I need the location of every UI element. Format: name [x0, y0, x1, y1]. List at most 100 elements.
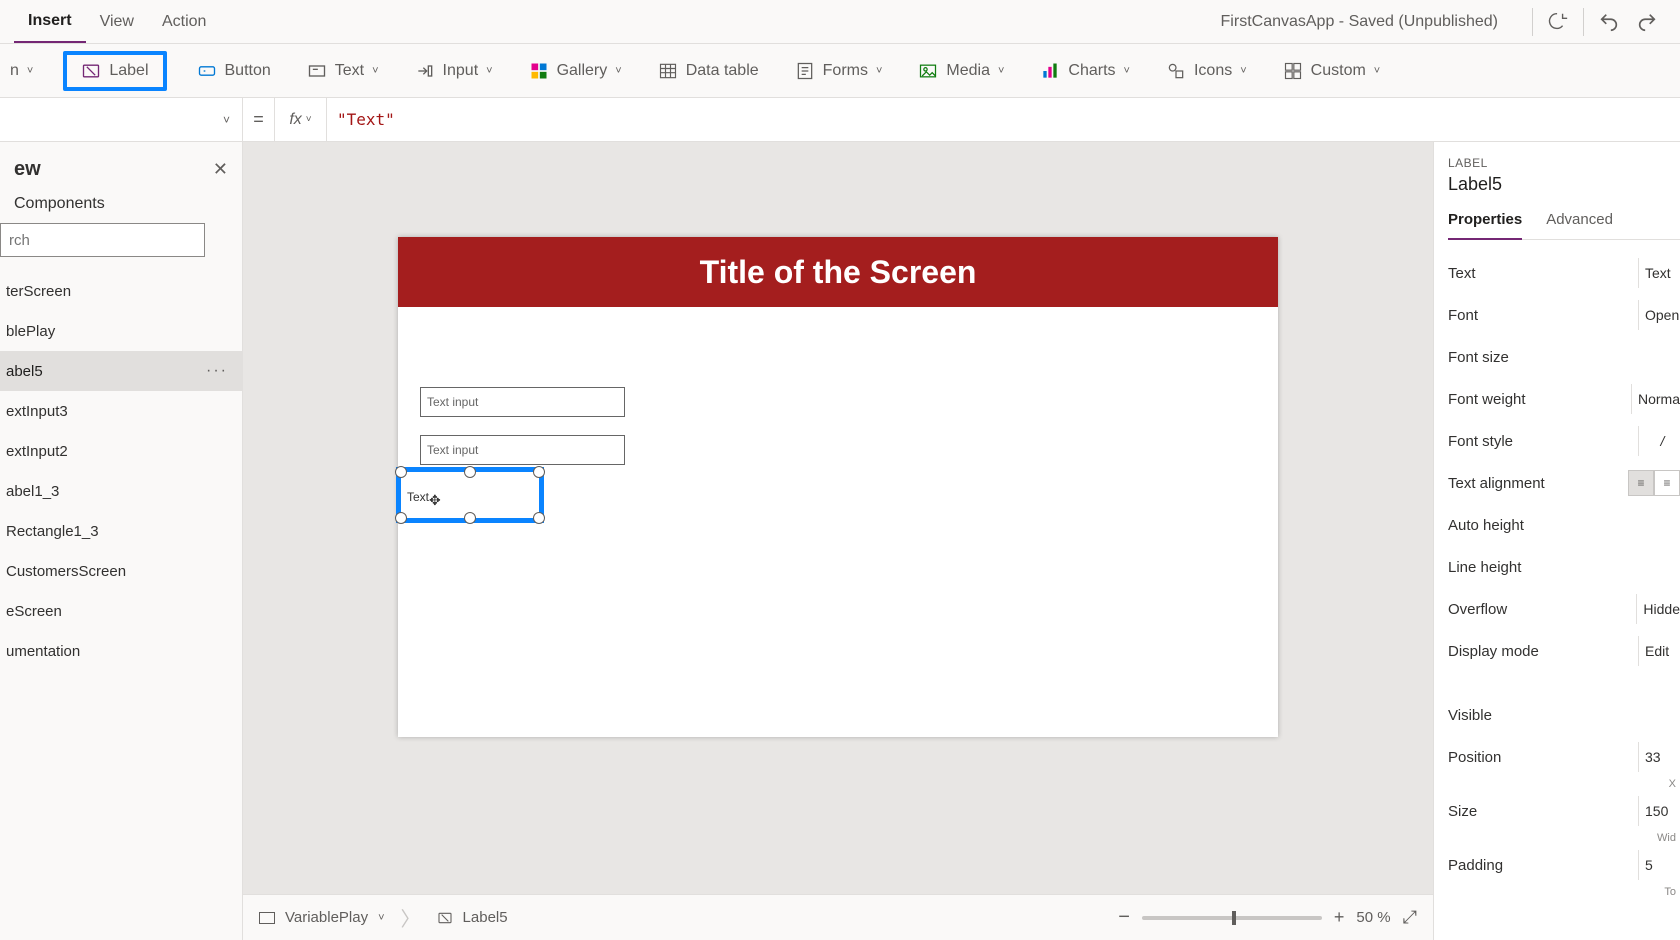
ribbon-label-highlighted: Label: [63, 51, 166, 91]
datatable-icon: [658, 61, 678, 81]
undo-icon[interactable]: [1590, 3, 1628, 41]
ribbon-truncated[interactable]: n˅: [10, 56, 39, 86]
prop-fontstyle[interactable]: Font style/: [1448, 420, 1680, 462]
zoom-slider[interactable]: [1142, 916, 1322, 920]
ribbon-charts[interactable]: Charts ˅: [1034, 55, 1136, 87]
divider: [1583, 8, 1584, 36]
redo-icon[interactable]: [1628, 3, 1666, 41]
ribbon-input[interactable]: Input ˅: [409, 55, 499, 87]
chevron-down-icon: ˅: [486, 65, 492, 77]
tree-search-input[interactable]: [0, 223, 205, 257]
zoom-thumb[interactable]: [1232, 911, 1236, 925]
ribbon-gallery-label: Gallery: [557, 62, 608, 80]
prop-autoheight[interactable]: Auto height: [1448, 504, 1680, 546]
prop-size-sublabel: Wid: [1448, 832, 1680, 844]
app-canvas[interactable]: Title of the Screen Text input Text inpu…: [398, 237, 1278, 737]
main-area: ew ✕ Components terScreen blePlay abel5·…: [0, 142, 1680, 940]
tree-tab-components[interactable]: Components: [0, 187, 242, 223]
zoom-out-button[interactable]: −: [1118, 906, 1130, 929]
prop-padding-sublabel: To: [1448, 886, 1680, 898]
close-icon[interactable]: ✕: [213, 159, 228, 180]
chevron-down-icon: ˅: [378, 912, 384, 924]
ribbon-label-button[interactable]: Label: [81, 61, 148, 81]
button-icon: [197, 61, 217, 81]
resize-handle[interactable]: [533, 466, 545, 478]
ribbon-text-label: Text: [335, 62, 364, 80]
label-icon: [81, 61, 101, 81]
props-tab-properties[interactable]: Properties: [1448, 211, 1522, 240]
prop-displaymode[interactable]: Display modeEdit: [1448, 630, 1680, 672]
tree-item[interactable]: CustomersScreen: [0, 551, 242, 591]
ribbon-gallery[interactable]: Gallery ˅: [523, 55, 628, 87]
app-title: FirstCanvasApp - Saved (Unpublished): [1221, 13, 1498, 31]
tree-item-selected[interactable]: abel5···: [0, 351, 242, 391]
fit-to-window-icon[interactable]: ⤢: [1403, 907, 1417, 928]
tree-item[interactable]: eScreen: [0, 591, 242, 631]
breadcrumb-control[interactable]: Label5: [437, 909, 508, 926]
prop-text[interactable]: TextText: [1448, 252, 1680, 294]
tree-item[interactable]: abel1_3: [0, 471, 242, 511]
divider: [1532, 8, 1533, 36]
ribbon-button[interactable]: Button: [191, 55, 277, 87]
ribbon-media[interactable]: Media ˅: [912, 55, 1010, 87]
custom-icon: [1283, 61, 1303, 81]
resize-handle[interactable]: [533, 512, 545, 524]
zoom-in-button[interactable]: +: [1334, 907, 1345, 928]
screen-title-banner[interactable]: Title of the Screen: [398, 237, 1278, 307]
ribbon-text[interactable]: Text ˅: [301, 55, 385, 87]
tree-title: ew: [14, 158, 41, 181]
ribbon-datatable[interactable]: Data table: [652, 55, 765, 87]
tree-item[interactable]: blePlay: [0, 311, 242, 351]
resize-handle[interactable]: [464, 512, 476, 524]
charts-icon: [1040, 61, 1060, 81]
prop-textalignment[interactable]: Text alignment ≡ ≡: [1448, 462, 1680, 504]
menu-tab-view[interactable]: View: [86, 0, 148, 43]
prop-padding[interactable]: Padding5: [1448, 844, 1680, 886]
ribbon-icons[interactable]: Icons ˅: [1160, 55, 1253, 87]
prop-fontweight[interactable]: Font weightNorma: [1448, 378, 1680, 420]
prop-position[interactable]: Position33: [1448, 736, 1680, 778]
property-selector[interactable]: ˅: [0, 98, 243, 141]
tree-item[interactable]: terScreen: [0, 271, 242, 311]
canvas-textinput-2[interactable]: Text input: [420, 435, 625, 465]
menu-tab-action[interactable]: Action: [148, 0, 220, 43]
input-icon: [415, 61, 435, 81]
resize-handle[interactable]: [395, 466, 407, 478]
chevron-down-icon: ˅: [998, 65, 1004, 77]
ribbon-input-label: Input: [443, 62, 479, 80]
resize-handle[interactable]: [395, 512, 407, 524]
canvas-area[interactable]: Title of the Screen Text input Text inpu…: [243, 142, 1433, 894]
prop-fontsize[interactable]: Font size: [1448, 336, 1680, 378]
resize-handle[interactable]: [464, 466, 476, 478]
more-icon[interactable]: ···: [206, 362, 228, 380]
formula-fx-button[interactable]: fx˅: [275, 98, 327, 141]
formula-equals: =: [243, 98, 275, 141]
formula-input[interactable]: "Text": [327, 98, 1680, 141]
align-center-button[interactable]: ≡: [1654, 470, 1680, 496]
canvas-label-selected[interactable]: Text ✥: [396, 467, 544, 523]
ribbon-datatable-label: Data table: [686, 62, 759, 80]
ribbon-charts-label: Charts: [1068, 62, 1115, 80]
ribbon-forms[interactable]: Forms ˅: [789, 55, 889, 87]
chevron-down-icon: ˅: [27, 65, 33, 77]
menu-tab-insert[interactable]: Insert: [14, 0, 86, 43]
tree-item[interactable]: umentation: [0, 631, 242, 671]
prop-visible[interactable]: Visible: [1448, 694, 1680, 736]
label-icon: [437, 910, 453, 926]
tree-item[interactable]: extInput3: [0, 391, 242, 431]
tree-view-panel: ew ✕ Components terScreen blePlay abel5·…: [0, 142, 243, 940]
props-tab-advanced[interactable]: Advanced: [1546, 211, 1613, 239]
ribbon-custom-label: Custom: [1311, 62, 1366, 80]
ribbon-custom[interactable]: Custom ˅: [1277, 55, 1387, 87]
tree-search: [0, 223, 228, 257]
canvas-textinput-1[interactable]: Text input: [420, 387, 625, 417]
app-checker-icon[interactable]: [1539, 3, 1577, 41]
prop-lineheight[interactable]: Line height: [1448, 546, 1680, 588]
prop-font[interactable]: FontOpen: [1448, 294, 1680, 336]
align-left-button[interactable]: ≡: [1628, 470, 1654, 496]
tree-item[interactable]: extInput2: [0, 431, 242, 471]
prop-overflow[interactable]: OverflowHidde: [1448, 588, 1680, 630]
breadcrumb-screen[interactable]: VariablePlay ˅: [259, 909, 385, 926]
tree-item[interactable]: Rectangle1_3: [0, 511, 242, 551]
prop-size[interactable]: Size150: [1448, 790, 1680, 832]
